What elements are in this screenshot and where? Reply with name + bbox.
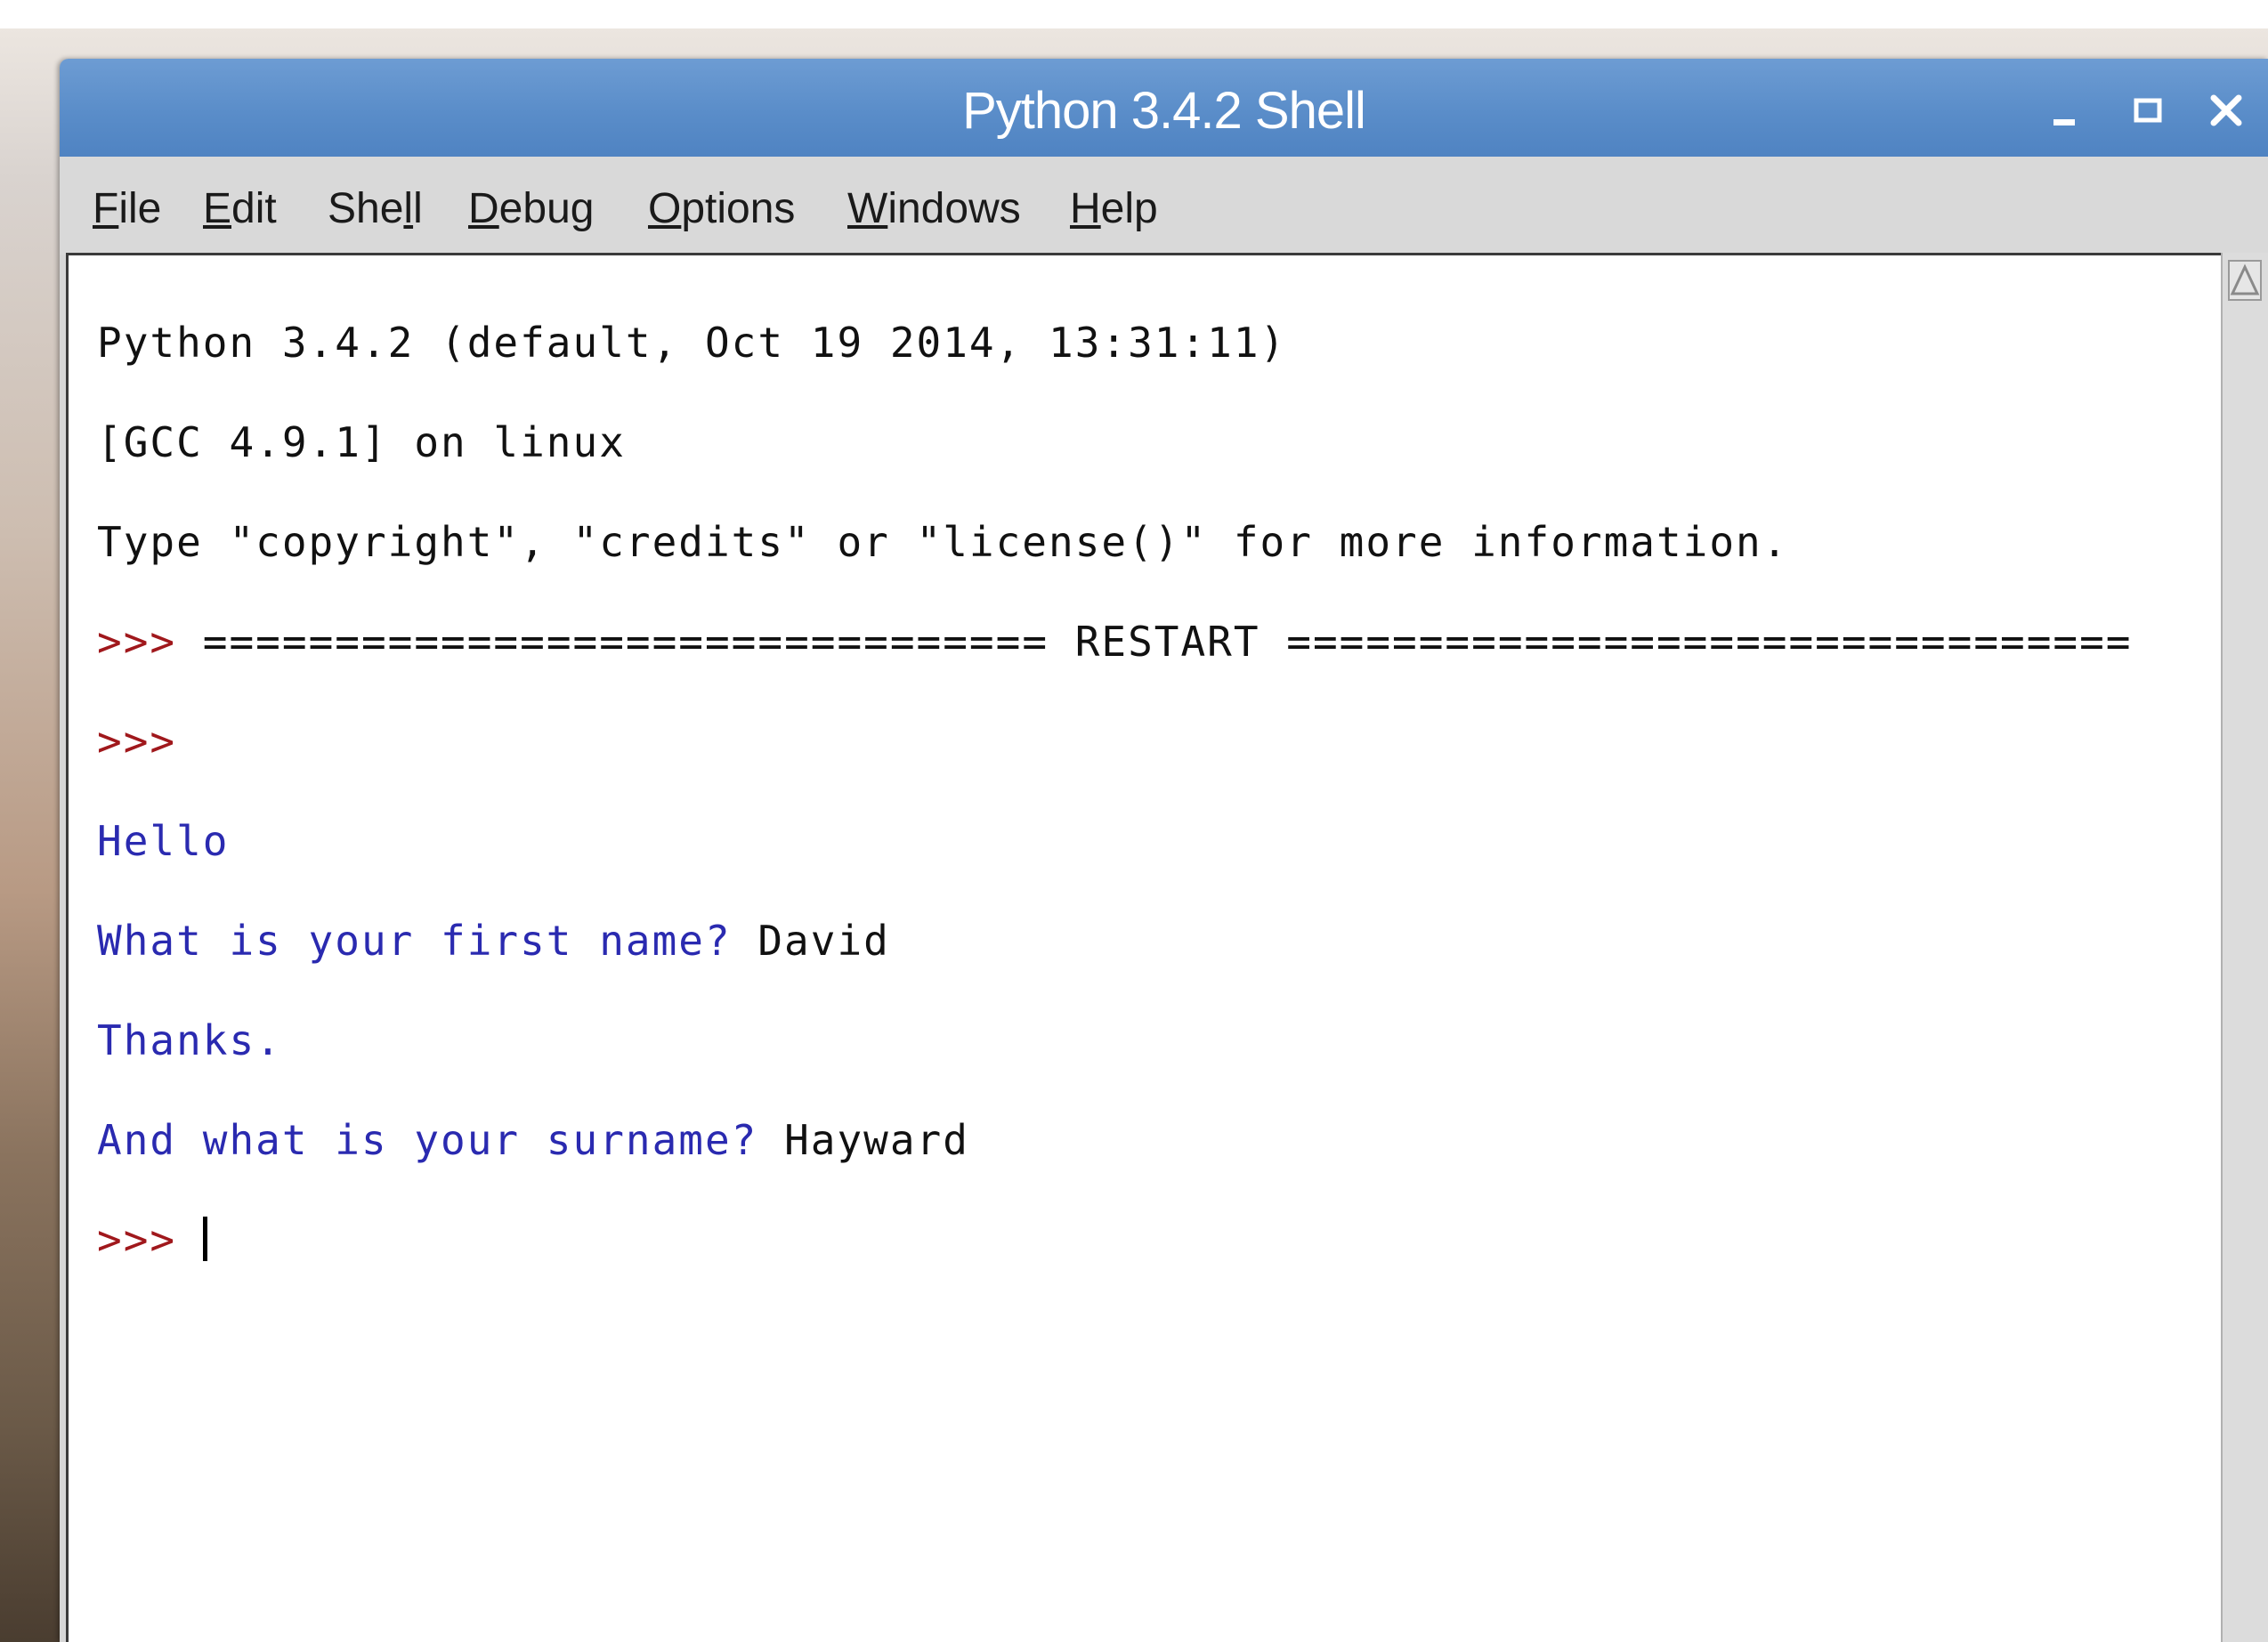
banner-line-3: Type "copyright", "credits" or "license(…: [97, 518, 1789, 566]
maximize-button[interactable]: [2124, 85, 2174, 135]
menu-help[interactable]: Help: [1070, 157, 1158, 255]
surname-line: And what is your surname? Hayward: [97, 1115, 2185, 1165]
close-icon: [2210, 94, 2242, 126]
menu-bar: File Edit Shell Debug Options Windows He…: [60, 157, 2268, 255]
banner-line-1: Python 3.4.2 (default, Oct 19 2014, 13:3…: [97, 319, 1287, 367]
vertical-scrollbar[interactable]: [2221, 253, 2268, 1642]
prompt: >>>: [97, 1216, 177, 1264]
restart-line: >>> ================================ RES…: [97, 617, 2185, 667]
first-name-question: What is your first name?: [97, 917, 758, 965]
minimize-button[interactable]: [2043, 85, 2093, 135]
empty-prompt-line: >>>: [97, 716, 2185, 766]
prompt: >>>: [97, 618, 177, 666]
banner-line-2: [GCC 4.9.1] on linux: [97, 418, 626, 466]
menu-debug[interactable]: Debug: [468, 157, 594, 255]
console-output: Python 3.4.2 (default, Oct 19 2014, 13:3…: [97, 268, 2185, 1364]
output-hello: Hello: [97, 817, 230, 865]
desktop-top-strip: [0, 0, 2268, 28]
menu-edit[interactable]: Edit: [203, 157, 277, 255]
menu-shell[interactable]: Shell: [328, 157, 423, 255]
surname-answer: Hayward: [784, 1116, 969, 1164]
idle-shell-window: Python 3.4.2 Shell File Edit Shell Debug…: [60, 59, 2268, 1642]
shell-text-area[interactable]: Python 3.4.2 (default, Oct 19 2014, 13:3…: [66, 253, 2221, 1642]
first-name-line: What is your first name? David: [97, 916, 2185, 966]
window-title: Python 3.4.2 Shell: [962, 82, 1366, 140]
prompt: >>>: [97, 717, 177, 765]
title-bar[interactable]: Python 3.4.2 Shell: [60, 59, 2268, 157]
minimize-icon: [2053, 119, 2075, 125]
menu-options[interactable]: Options: [648, 157, 795, 255]
restart-separator: ================================ RESTART…: [202, 618, 2133, 666]
active-prompt-line[interactable]: >>>: [97, 1215, 2185, 1265]
menu-windows[interactable]: Windows: [847, 157, 1021, 255]
maximize-icon: [2134, 98, 2162, 123]
menu-file[interactable]: File: [93, 157, 161, 255]
surname-question: And what is your surname?: [97, 1116, 785, 1164]
output-thanks: Thanks.: [97, 1016, 282, 1064]
text-cursor: [202, 1217, 207, 1261]
first-name-answer: David: [757, 917, 890, 965]
close-button[interactable]: [2201, 85, 2251, 135]
scroll-up-arrow-icon[interactable]: [2228, 260, 2262, 301]
